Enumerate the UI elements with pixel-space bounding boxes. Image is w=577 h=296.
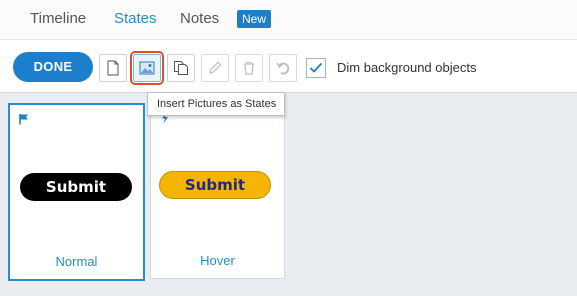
state-name-hover: Hover: [200, 253, 235, 268]
states-toolbar: DONE Dim background objects: [0, 39, 577, 91]
state-preview-normal: Submit: [20, 173, 132, 201]
insert-picture-icon: [139, 61, 155, 75]
trash-icon: [244, 62, 254, 75]
tooltip: Insert Pictures as States: [147, 92, 285, 116]
new-badge: New: [237, 10, 272, 28]
pencil-icon: [209, 61, 222, 74]
done-button[interactable]: DONE: [13, 52, 93, 82]
state-preview-hover: Submit: [159, 171, 271, 199]
state-card-hover[interactable]: Submit Hover: [150, 103, 285, 279]
new-state-button[interactable]: [99, 54, 127, 82]
dim-background-label: Dim background objects: [337, 60, 477, 75]
edit-state-button[interactable]: [201, 54, 229, 82]
reset-state-button[interactable]: [269, 54, 297, 82]
insert-pictures-button[interactable]: [130, 51, 164, 85]
new-state-icon: [107, 60, 119, 76]
states-panel: Submit Normal Submit Hover: [0, 92, 577, 296]
duplicate-icon: [174, 61, 188, 75]
flag-icon: [19, 114, 28, 125]
tab-bar: Timeline States Notes New: [0, 0, 577, 38]
delete-state-button[interactable]: [235, 54, 263, 82]
tab-timeline[interactable]: Timeline: [30, 9, 86, 29]
duplicate-state-button[interactable]: [167, 54, 195, 82]
checkmark-icon: [309, 62, 323, 73]
dim-background-checkbox[interactable]: [306, 58, 326, 78]
tab-notes[interactable]: Notes: [180, 9, 219, 29]
reset-icon: [276, 62, 290, 75]
tab-states[interactable]: States: [114, 9, 157, 29]
state-card-normal[interactable]: Submit Normal: [8, 103, 145, 281]
state-name-normal: Normal: [55, 254, 98, 269]
